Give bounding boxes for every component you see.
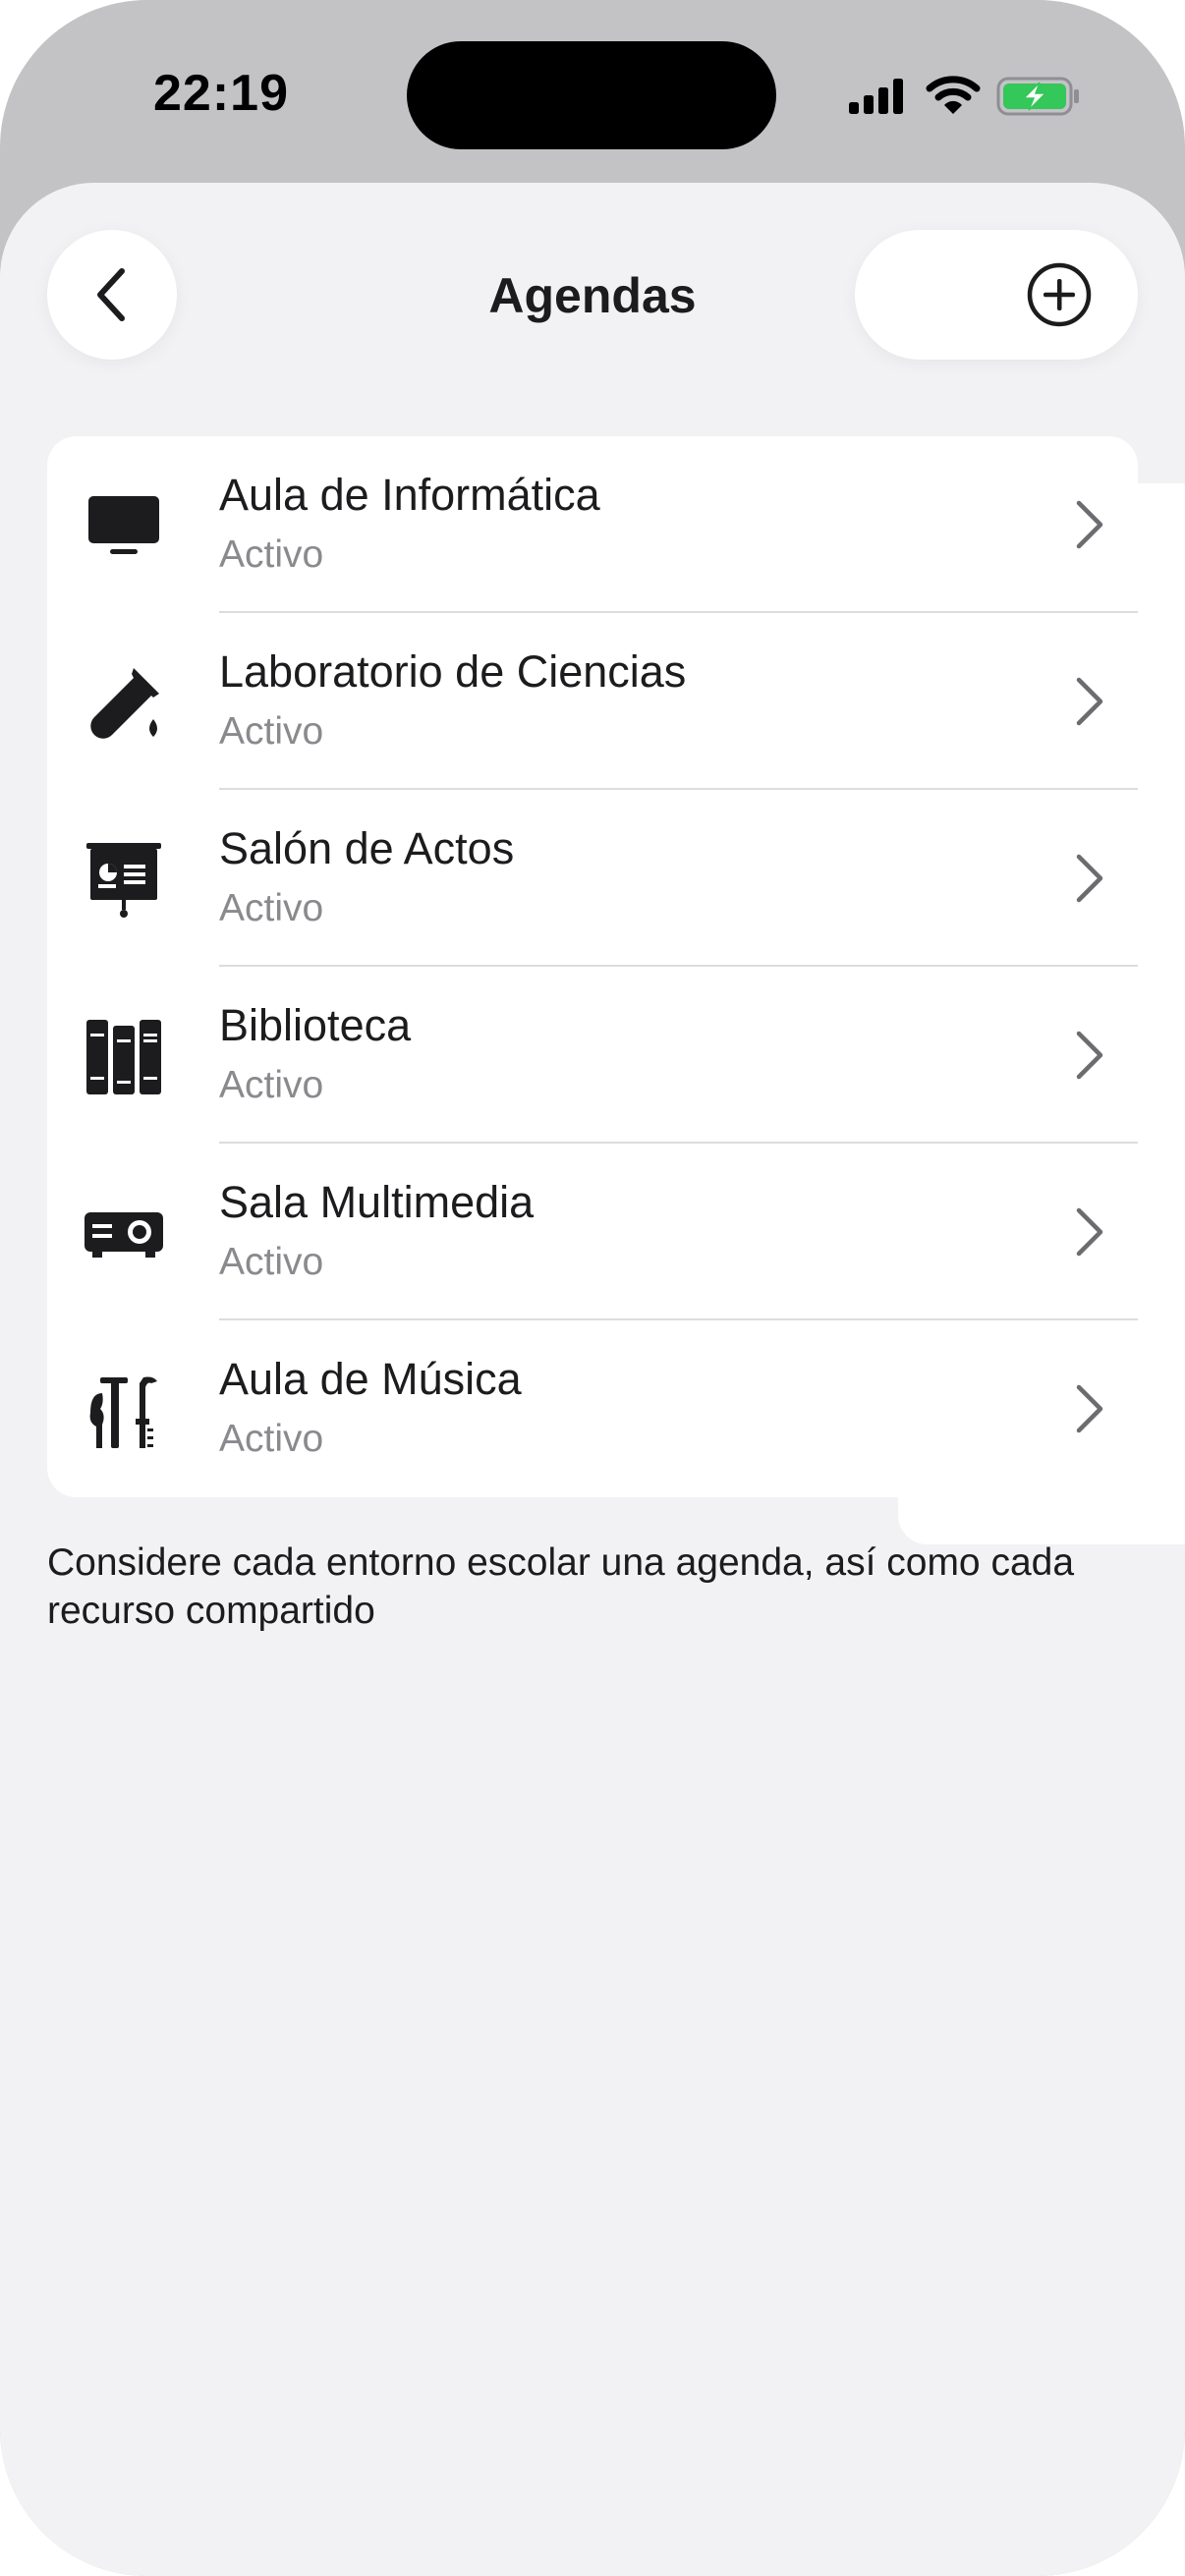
chevron-right-icon <box>1076 854 1103 903</box>
agenda-row-salon-de-actos[interactable]: Salón de Actos Activo <box>47 790 1138 967</box>
agenda-title: Sala Multimedia <box>219 1177 535 1227</box>
back-button[interactable] <box>47 230 177 360</box>
presentation-board-icon <box>83 839 165 922</box>
status-icons <box>847 69 1083 124</box>
status-bar: 22:19 <box>0 0 1185 187</box>
chevron-right-icon <box>1076 1207 1103 1257</box>
chevron-right-icon <box>1076 1031 1103 1080</box>
footer-note: Considere cada entorno escolar una agend… <box>47 1541 1075 1632</box>
agenda-status: Activo <box>219 533 324 576</box>
nav-actions-group <box>855 230 1185 1544</box>
test-tube-icon <box>83 662 165 745</box>
agenda-title: Biblioteca <box>219 1000 412 1050</box>
chevron-left-icon <box>97 268 125 321</box>
dynamic-island <box>407 41 776 149</box>
plus-circle-icon <box>1027 262 1092 327</box>
agenda-list: Aula de Informática Activo Laboratorio d… <box>47 436 1138 1497</box>
agenda-row-aula-de-musica[interactable]: Aula de Música Activo <box>47 1320 1138 1497</box>
battery-charging-icon <box>996 77 1079 116</box>
chevron-right-icon <box>1076 1384 1103 1433</box>
agenda-title: Salón de Actos <box>219 823 515 873</box>
books-icon <box>83 1016 165 1098</box>
agenda-status: Activo <box>219 1418 324 1460</box>
agenda-status: Activo <box>219 1241 324 1283</box>
agenda-row-aula-de-informatica[interactable]: Aula de Informática Activo <box>47 436 1138 613</box>
chevron-right-icon <box>1076 677 1103 726</box>
agenda-row-laboratorio-de-ciencias[interactable]: Laboratorio de Ciencias Activo <box>47 613 1138 790</box>
monitor-icon <box>83 485 165 568</box>
status-time: 22:19 <box>153 65 289 122</box>
agenda-status: Activo <box>219 1064 324 1106</box>
agenda-title: Aula de Informática <box>219 470 600 520</box>
wifi-icon <box>926 76 981 114</box>
projector-icon <box>83 1193 165 1275</box>
page-title: Agendas <box>488 268 697 323</box>
agenda-row-sala-multimedia[interactable]: Sala Multimedia Activo <box>47 1144 1138 1320</box>
agenda-title: Aula de Música <box>219 1354 522 1404</box>
agendas-sheet: Agendas Aula de Informática Activo Labor… <box>0 183 1185 2576</box>
agenda-status: Activo <box>219 710 324 753</box>
phone-screen: 22:19 Agendas Aula de Informática Activo… <box>0 0 1185 2576</box>
agenda-status: Activo <box>219 887 324 929</box>
chevron-right-icon <box>1076 500 1103 549</box>
add-agenda-button[interactable] <box>1024 259 1095 330</box>
music-instruments-icon <box>83 1370 165 1452</box>
agenda-row-biblioteca[interactable]: Biblioteca Activo <box>47 967 1138 1144</box>
cellular-signal-icon <box>849 79 903 114</box>
agenda-title: Laboratorio de Ciencias <box>219 646 687 697</box>
